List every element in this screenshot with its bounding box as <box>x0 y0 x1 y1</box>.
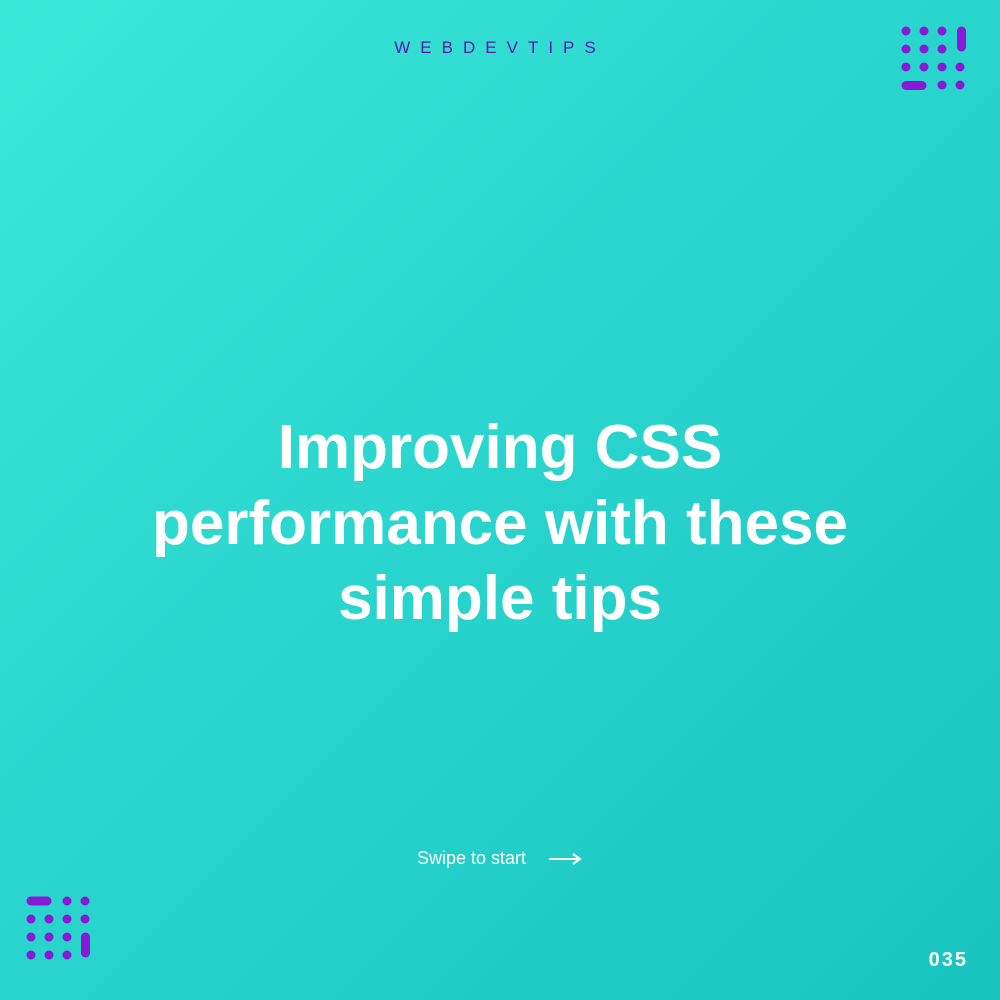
swipe-label: Swipe to start <box>417 848 526 868</box>
dot-pattern-icon <box>25 895 100 975</box>
slide-title: Improving CSS performance with these sim… <box>0 410 1000 637</box>
dot-pattern-icon <box>900 25 975 105</box>
swipe-cta[interactable]: Swipe to start <box>0 848 1000 870</box>
arrow-right-icon <box>549 849 583 870</box>
page-number: 035 <box>929 949 968 972</box>
brand-label: WEBDEVTIPS <box>0 38 1000 58</box>
